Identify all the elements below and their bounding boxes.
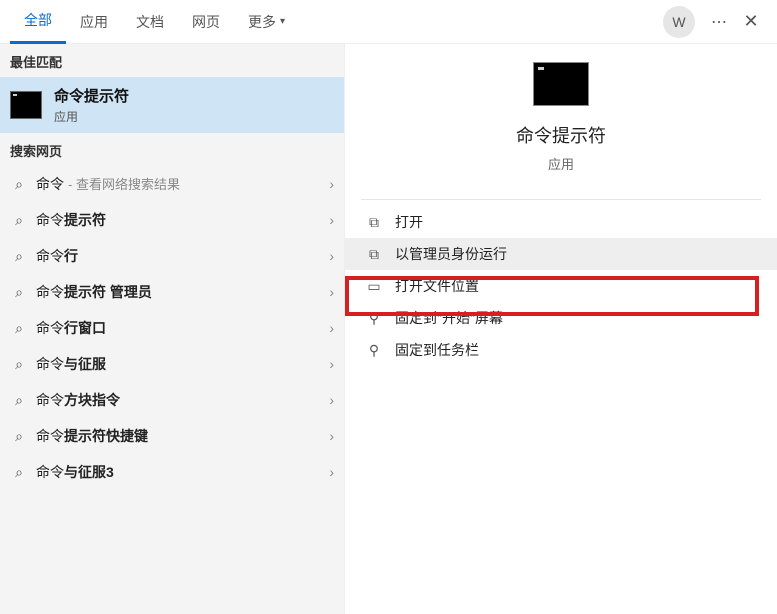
close-button[interactable]: ✕ [735,11,767,32]
action-label: 打开文件位置 [395,276,479,296]
action-list: ⧉ 打开 ⧉ 以管理员身份运行 ▭ 打开文件位置 ⚲ 固定到"开始"屏幕 ⚲ 固… [345,200,777,372]
action-pin-start[interactable]: ⚲ 固定到"开始"屏幕 [345,302,777,334]
suggestion-text: 命令与征服 [36,354,329,374]
tab-more[interactable]: 更多 ▾ [234,0,299,44]
chevron-right-icon: › [329,464,334,480]
app-title: 命令提示符 [345,122,777,148]
suggestion-text: 命令提示符 [36,210,329,230]
suggestion-text: 命令行 [36,246,329,266]
suggestion-text: 命令提示符 管理员 [36,282,329,302]
search-icon: ⌕ [10,356,28,373]
search-icon: ⌕ [10,320,28,337]
left-panel: 最佳匹配 命令提示符 应用 搜索网页 ⌕ 命令- 查看网络搜索结果 › ⌕ 命令… [0,44,344,614]
suggestion-row[interactable]: ⌕ 命令行窗口 › [0,310,344,346]
user-avatar[interactable]: W [663,6,695,38]
search-icon: ⌕ [10,464,28,481]
search-icon: ⌕ [10,212,28,229]
action-open-location[interactable]: ▭ 打开文件位置 [345,270,777,302]
action-label: 固定到任务栏 [395,340,479,360]
cmd-icon [10,91,42,119]
action-label: 以管理员身份运行 [395,244,507,264]
more-options-button[interactable]: ⋯ [703,12,735,32]
chevron-right-icon: › [329,428,334,444]
chevron-down-icon: ▾ [280,0,285,44]
detail-panel: 命令提示符 应用 ⧉ 打开 ⧉ 以管理员身份运行 ▭ 打开文件位置 ⚲ 固定到"… [344,44,777,614]
tab-web[interactable]: 网页 [178,0,234,44]
best-match-sub: 应用 [54,108,129,125]
app-icon [533,62,589,106]
suggestion-text: 命令提示符快捷键 [36,426,329,446]
section-search-web: 搜索网页 [0,133,344,166]
tab-docs[interactable]: 文档 [122,0,178,44]
suggestion-row[interactable]: ⌕ 命令提示符 管理员 › [0,274,344,310]
chevron-right-icon: › [329,392,334,408]
action-label: 固定到"开始"屏幕 [395,308,503,328]
suggestion-text: 命令方块指令 [36,390,329,410]
search-icon: ⌕ [10,248,28,265]
search-icon: ⌕ [10,392,28,409]
section-best-match: 最佳匹配 [0,44,344,77]
suggestion-row[interactable]: ⌕ 命令- 查看网络搜索结果 › [0,166,344,202]
suggestion-row[interactable]: ⌕ 命令提示符 › [0,202,344,238]
suggestion-text: 命令与征服3 [36,462,329,482]
action-label: 打开 [395,212,423,232]
top-tabs: 全部 应用 文档 网页 更多 ▾ W ⋯ ✕ [0,0,777,44]
suggestion-row[interactable]: ⌕ 命令行 › [0,238,344,274]
suggestion-row[interactable]: ⌕ 命令提示符快捷键 › [0,418,344,454]
action-run-as-admin[interactable]: ⧉ 以管理员身份运行 [345,238,777,270]
suggestion-list: ⌕ 命令- 查看网络搜索结果 › ⌕ 命令提示符 › ⌕ 命令行 › ⌕ 命令提… [0,166,344,490]
best-match-item[interactable]: 命令提示符 应用 [0,77,344,133]
suggestion-text: 命令行窗口 [36,318,329,338]
app-subtitle: 应用 [345,154,777,173]
chevron-right-icon: › [329,284,334,300]
chevron-right-icon: › [329,320,334,336]
search-icon: ⌕ [10,428,28,445]
pin-icon: ⚲ [365,310,383,327]
action-open[interactable]: ⧉ 打开 [345,206,777,238]
main: 最佳匹配 命令提示符 应用 搜索网页 ⌕ 命令- 查看网络搜索结果 › ⌕ 命令… [0,44,777,614]
tab-all[interactable]: 全部 [10,0,66,44]
folder-icon: ▭ [365,278,383,295]
open-icon: ⧉ [365,214,383,231]
chevron-right-icon: › [329,248,334,264]
chevron-right-icon: › [329,356,334,372]
search-icon: ⌕ [10,284,28,301]
chevron-right-icon: › [329,212,334,228]
action-pin-taskbar[interactable]: ⚲ 固定到任务栏 [345,334,777,366]
best-match-title: 命令提示符 [54,85,129,106]
tab-apps[interactable]: 应用 [66,0,122,44]
chevron-right-icon: › [329,176,334,192]
suggestion-row[interactable]: ⌕ 命令方块指令 › [0,382,344,418]
admin-icon: ⧉ [365,246,383,263]
tab-more-label: 更多 [248,0,276,44]
suggestion-text: 命令- 查看网络搜索结果 [36,174,329,194]
search-icon: ⌕ [10,176,28,193]
pin-icon: ⚲ [365,342,383,359]
suggestion-row[interactable]: ⌕ 命令与征服 › [0,346,344,382]
suggestion-row[interactable]: ⌕ 命令与征服3 › [0,454,344,490]
